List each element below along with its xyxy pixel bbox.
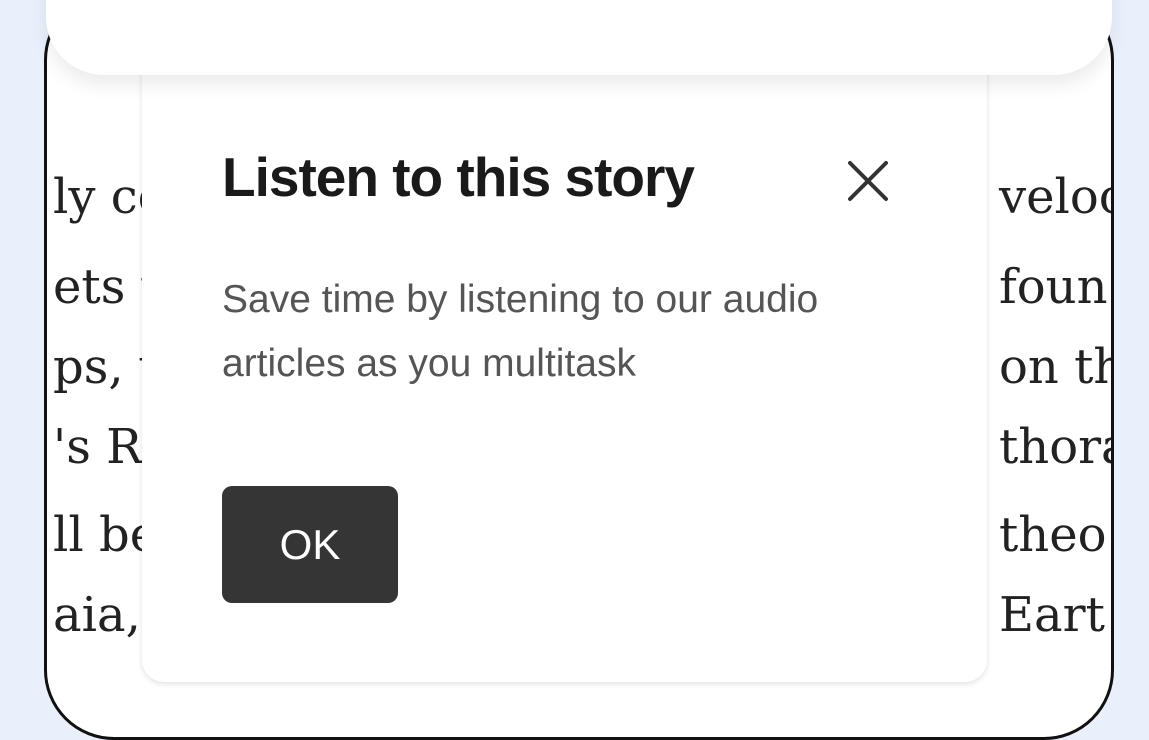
article-fragment: theo (999, 507, 1107, 563)
dialog-body: Save time by listening to our audio arti… (222, 278, 819, 385)
close-button[interactable] (842, 155, 894, 207)
dialog-title: Listen to this story (222, 146, 695, 208)
ok-button[interactable]: OK (222, 486, 398, 603)
article-fragment: Eart (999, 587, 1105, 643)
article-fragment: on th (999, 339, 1114, 395)
article-fragment: thora (999, 419, 1111, 475)
top-bar (46, 0, 1112, 75)
article-fragment: aia, (53, 587, 141, 643)
listen-dialog: Listen to this story Save time by listen… (142, 40, 987, 682)
article-fragment: veloc (999, 169, 1114, 225)
article-fragment: foun (999, 259, 1108, 315)
close-icon (848, 161, 888, 201)
